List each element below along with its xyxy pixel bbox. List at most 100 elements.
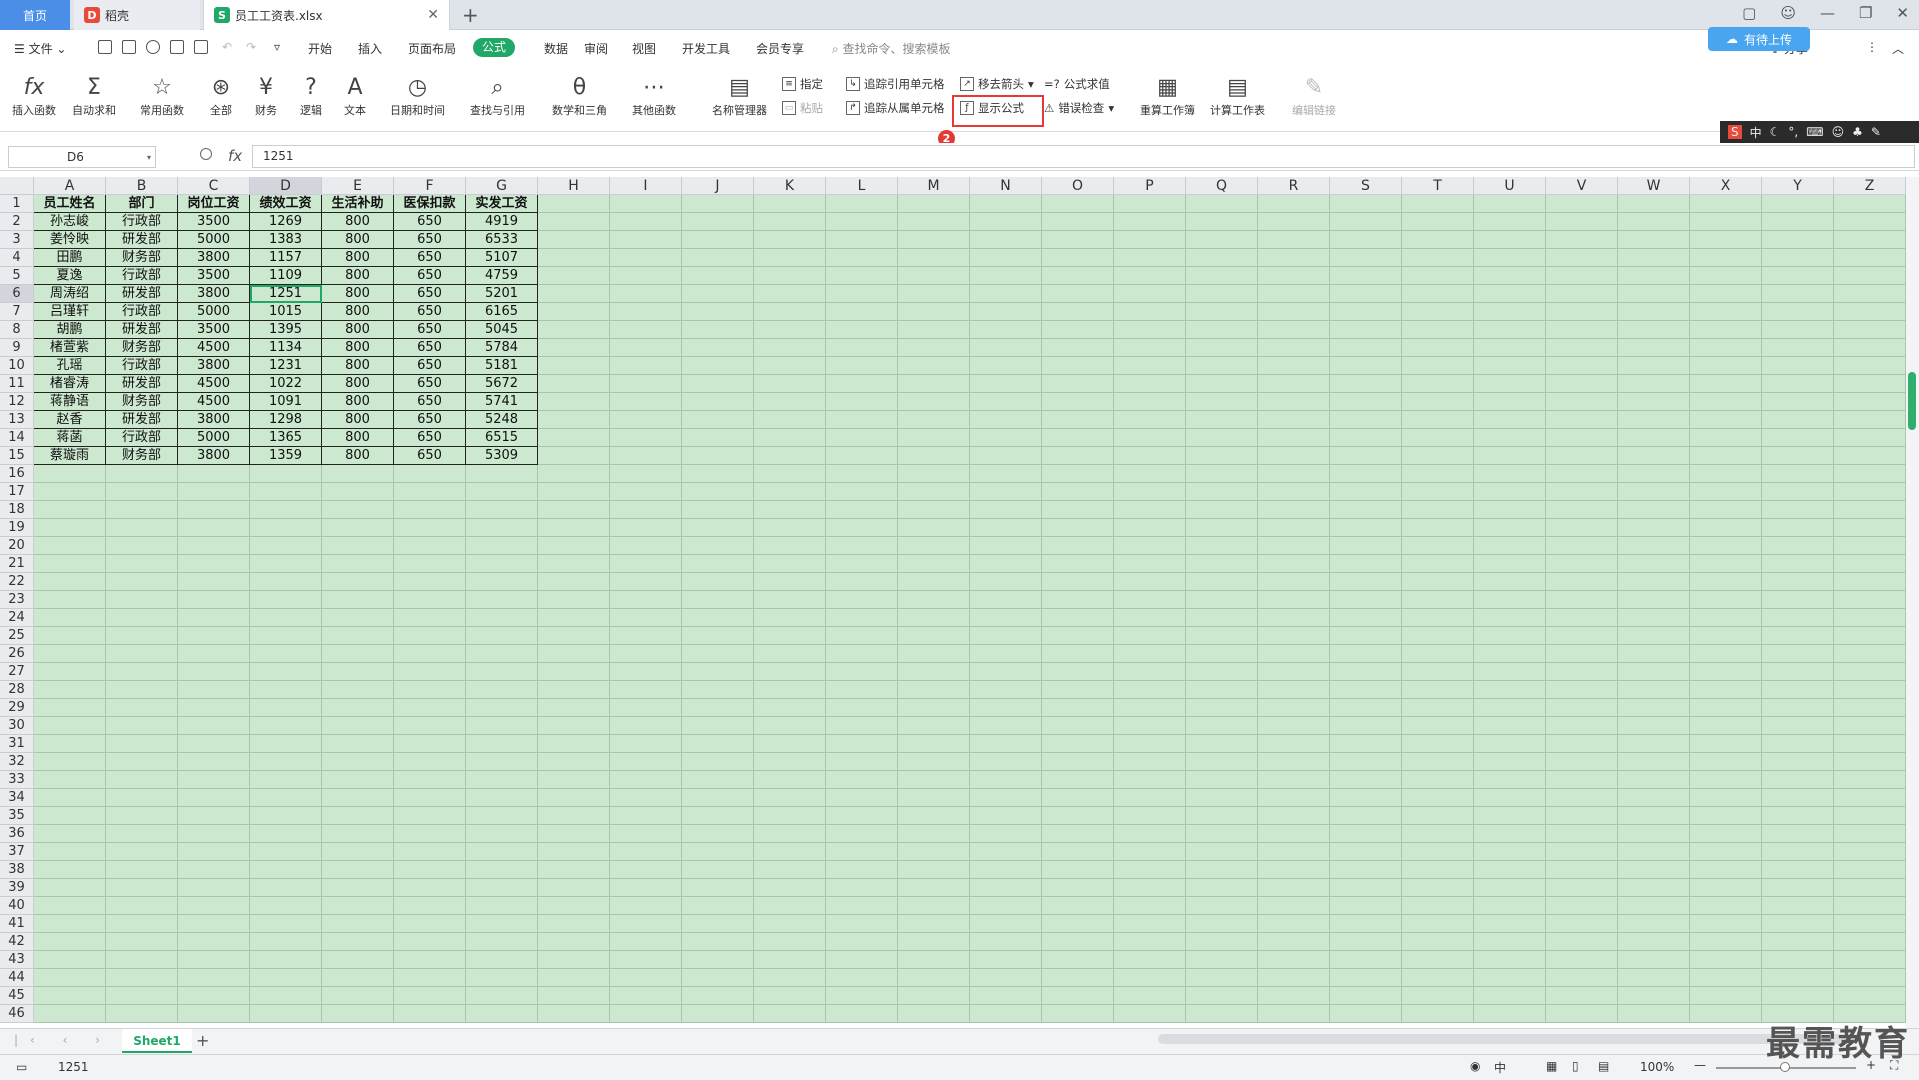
empty-cell[interactable]	[178, 537, 250, 555]
empty-cell[interactable]	[1618, 393, 1690, 411]
empty-cell[interactable]	[1546, 753, 1618, 771]
empty-cell[interactable]	[898, 339, 970, 357]
empty-cell[interactable]	[1474, 213, 1546, 231]
empty-cell[interactable]	[826, 321, 898, 339]
empty-cell[interactable]	[1330, 483, 1402, 501]
empty-cell[interactable]	[106, 951, 178, 969]
empty-cell[interactable]	[1690, 537, 1762, 555]
empty-cell[interactable]	[898, 645, 970, 663]
empty-cell[interactable]	[682, 807, 754, 825]
empty-cell[interactable]	[754, 717, 826, 735]
empty-cell[interactable]	[1402, 537, 1474, 555]
close-icon[interactable]: ✕	[1896, 4, 1909, 22]
empty-cell[interactable]	[1114, 825, 1186, 843]
empty-cell[interactable]	[970, 1005, 1042, 1023]
empty-cell[interactable]	[682, 663, 754, 681]
empty-cell[interactable]	[178, 591, 250, 609]
table-cell[interactable]: 800	[322, 375, 394, 393]
empty-cell[interactable]	[1186, 303, 1258, 321]
empty-cell[interactable]	[1402, 249, 1474, 267]
empty-cell[interactable]	[178, 771, 250, 789]
empty-cell[interactable]	[610, 213, 682, 231]
empty-cell[interactable]	[682, 537, 754, 555]
row-header[interactable]: 34	[0, 789, 34, 807]
empty-cell[interactable]	[538, 717, 610, 735]
empty-cell[interactable]	[322, 501, 394, 519]
empty-cell[interactable]	[754, 321, 826, 339]
empty-cell[interactable]	[898, 501, 970, 519]
empty-cell[interactable]	[1114, 717, 1186, 735]
empty-cell[interactable]	[1186, 825, 1258, 843]
empty-cell[interactable]	[1114, 969, 1186, 987]
empty-cell[interactable]	[106, 969, 178, 987]
empty-cell[interactable]	[394, 609, 466, 627]
empty-cell[interactable]	[1042, 465, 1114, 483]
empty-cell[interactable]	[826, 771, 898, 789]
empty-cell[interactable]	[970, 393, 1042, 411]
empty-cell[interactable]	[538, 915, 610, 933]
empty-cell[interactable]	[1834, 591, 1906, 609]
empty-cell[interactable]	[682, 771, 754, 789]
empty-cell[interactable]	[34, 807, 106, 825]
new-tab-button[interactable]: +	[462, 3, 479, 27]
empty-cell[interactable]	[1474, 195, 1546, 213]
empty-cell[interactable]	[250, 933, 322, 951]
empty-cell[interactable]	[1114, 213, 1186, 231]
empty-cell[interactable]	[1402, 573, 1474, 591]
empty-cell[interactable]	[1258, 591, 1330, 609]
empty-cell[interactable]	[1834, 951, 1906, 969]
empty-cell[interactable]	[1258, 303, 1330, 321]
table-cell[interactable]: 650	[394, 231, 466, 249]
table-cell[interactable]: 5000	[178, 231, 250, 249]
empty-cell[interactable]	[1186, 1005, 1258, 1023]
empty-cell[interactable]	[1618, 537, 1690, 555]
empty-cell[interactable]	[970, 321, 1042, 339]
empty-cell[interactable]	[1258, 861, 1330, 879]
empty-cell[interactable]	[970, 537, 1042, 555]
empty-cell[interactable]	[754, 249, 826, 267]
empty-cell[interactable]	[466, 501, 538, 519]
empty-cell[interactable]	[322, 609, 394, 627]
empty-cell[interactable]	[1186, 969, 1258, 987]
column-header[interactable]: V	[1546, 177, 1618, 195]
empty-cell[interactable]	[250, 825, 322, 843]
empty-cell[interactable]	[322, 789, 394, 807]
print-icon[interactable]	[170, 40, 184, 54]
format-painter-icon[interactable]	[146, 40, 160, 54]
row-header[interactable]: 38	[0, 861, 34, 879]
empty-cell[interactable]	[394, 789, 466, 807]
empty-cell[interactable]	[898, 447, 970, 465]
empty-cell[interactable]	[826, 375, 898, 393]
empty-cell[interactable]	[1762, 789, 1834, 807]
empty-cell[interactable]	[1402, 681, 1474, 699]
add-sheet-button[interactable]: +	[196, 1031, 209, 1050]
math-button[interactable]: θ 数学和三角	[552, 72, 607, 118]
logic-button[interactable]: ? 逻辑	[300, 72, 322, 118]
empty-cell[interactable]	[682, 573, 754, 591]
finance-button[interactable]: ¥ 财务	[255, 72, 277, 118]
empty-cell[interactable]	[970, 771, 1042, 789]
empty-cell[interactable]	[970, 555, 1042, 573]
empty-cell[interactable]	[106, 501, 178, 519]
empty-cell[interactable]	[1690, 681, 1762, 699]
empty-cell[interactable]	[1618, 249, 1690, 267]
table-cell[interactable]: 1022	[250, 375, 322, 393]
empty-cell[interactable]	[1762, 249, 1834, 267]
empty-cell[interactable]	[1546, 375, 1618, 393]
empty-cell[interactable]	[826, 933, 898, 951]
empty-cell[interactable]	[322, 663, 394, 681]
table-cell[interactable]: 行政部	[106, 303, 178, 321]
zoom-out-button[interactable]: —	[1694, 1058, 1706, 1072]
row-header[interactable]: 46	[0, 1005, 34, 1023]
table-cell[interactable]: 650	[394, 393, 466, 411]
table-cell[interactable]: 胡鹏	[34, 321, 106, 339]
table-header-cell[interactable]: 部门	[106, 195, 178, 213]
empty-cell[interactable]	[826, 951, 898, 969]
row-header[interactable]: 25	[0, 627, 34, 645]
empty-cell[interactable]	[394, 897, 466, 915]
empty-cell[interactable]	[1762, 717, 1834, 735]
empty-cell[interactable]	[34, 537, 106, 555]
row-header[interactable]: 2	[0, 213, 34, 231]
empty-cell[interactable]	[1546, 447, 1618, 465]
empty-cell[interactable]	[1258, 807, 1330, 825]
